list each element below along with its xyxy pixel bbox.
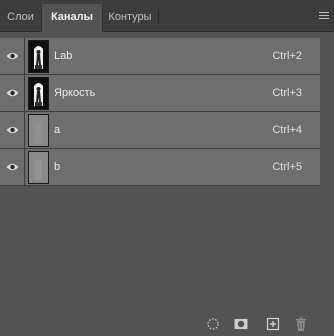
channel-shortcut: Ctrl+2 <box>272 50 302 62</box>
tab-channels[interactable]: Каналы <box>41 4 103 32</box>
channel-row-lightness[interactable]: Яркость Ctrl+3 <box>0 75 320 111</box>
tab-divider <box>158 10 159 24</box>
eye-icon <box>6 163 19 171</box>
channel-name: Lab <box>54 50 73 62</box>
trash-icon[interactable] <box>293 316 309 332</box>
channel-shortcut: Ctrl+5 <box>272 161 302 173</box>
panel-menu-icon[interactable] <box>319 12 329 21</box>
channel-thumbnail <box>28 77 49 110</box>
eye-icon <box>6 89 19 97</box>
panel-footer <box>0 312 334 336</box>
tab-paths[interactable]: Контуры <box>102 4 158 31</box>
channel-shortcut: Ctrl+4 <box>272 124 302 136</box>
channel-name: a <box>54 124 61 136</box>
eye-icon <box>6 126 19 134</box>
visibility-toggle[interactable] <box>0 149 25 185</box>
channel-name: b <box>54 161 61 173</box>
panel-tabbar: Слои Каналы Контуры <box>0 0 334 32</box>
channel-thumbnail <box>28 114 49 147</box>
new-channel-icon[interactable] <box>265 316 281 332</box>
visibility-toggle[interactable] <box>0 38 25 74</box>
channel-thumbnail <box>28 151 49 184</box>
row-divider <box>0 185 320 186</box>
channel-shortcut: Ctrl+3 <box>272 87 302 99</box>
channel-name: Яркость <box>54 87 96 99</box>
visibility-toggle[interactable] <box>0 75 25 111</box>
channel-thumbnail <box>28 40 49 73</box>
mask-icon[interactable] <box>233 316 249 332</box>
dotted-circle-selection-icon[interactable] <box>205 316 221 332</box>
tab-layers[interactable]: Слои <box>0 4 41 31</box>
channel-row-lab[interactable]: Lab Ctrl+2 <box>0 38 320 74</box>
visibility-toggle[interactable] <box>0 112 25 148</box>
eye-icon <box>6 52 19 60</box>
channel-row-a[interactable]: a Ctrl+4 <box>0 112 320 148</box>
channel-row-b[interactable]: b Ctrl+5 <box>0 149 320 185</box>
